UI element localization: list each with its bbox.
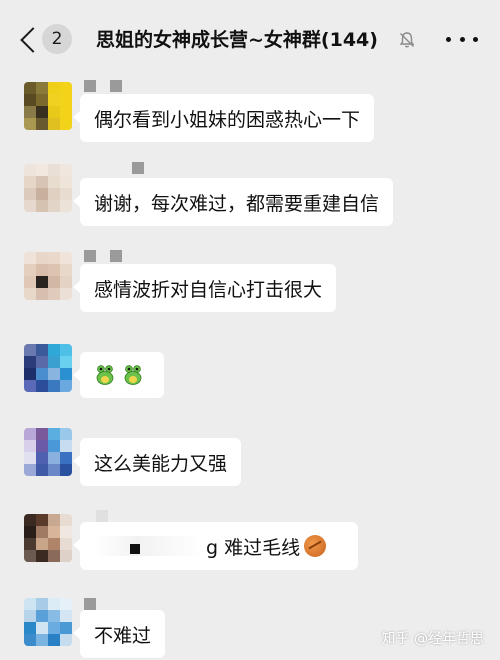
message-bubble[interactable]: 谢谢，每次难过，都需要重建自信 (72, 178, 394, 226)
message-text: 谢谢，每次难过，都需要重建自信 (94, 192, 380, 215)
bell-off-icon (399, 32, 415, 48)
chat-header: 2 思姐的女神成长营~女神群(144) (0, 0, 500, 78)
avatar[interactable] (24, 514, 72, 562)
message-bubble[interactable]: 这么美能力又强 (72, 438, 242, 486)
frog-emoji (124, 365, 142, 385)
redacted-text (94, 536, 204, 556)
more-dot (459, 36, 465, 42)
avatar[interactable] (24, 598, 72, 646)
message-bubble[interactable]: g 难过毛线 (73, 522, 358, 570)
sender-name-redacted (84, 250, 122, 264)
more-dot (446, 36, 451, 42)
avatar[interactable] (24, 164, 72, 212)
watermark: 知乎 @经年哲思 (381, 631, 484, 647)
message-text: 这么美能力又强 (94, 452, 228, 475)
frog-emoji (96, 365, 114, 385)
chat-title: 思姐的女神成长营~女神群(144) (96, 29, 378, 51)
avatar[interactable] (24, 344, 72, 392)
back-button[interactable]: 2 (16, 24, 86, 56)
sender-name-redacted (84, 80, 122, 94)
message-bubble[interactable] (73, 352, 164, 398)
message-bubble[interactable]: 不难过 (72, 610, 166, 658)
sender-name-redacted (132, 162, 144, 176)
message-bubble[interactable]: 感情波折对自信心打击很大 (72, 264, 337, 312)
message-bubble[interactable]: 偶尔看到小姐妹的困惑热心一下 (72, 94, 375, 142)
more-dot (473, 36, 478, 42)
more-options-button[interactable] (446, 28, 478, 50)
yarn-ball-emoji (304, 535, 327, 557)
message-text: 偶尔看到小姐妹的困惑热心一下 (94, 108, 361, 131)
avatar[interactable] (24, 428, 72, 476)
avatar[interactable] (24, 82, 72, 130)
message-text: 不难过 (94, 624, 152, 647)
avatar[interactable] (24, 252, 72, 300)
message-text: 感情波折对自信心打击很大 (94, 278, 323, 301)
unread-count-badge: 2 (42, 24, 72, 54)
message-text: g 难过毛线 (206, 536, 301, 559)
